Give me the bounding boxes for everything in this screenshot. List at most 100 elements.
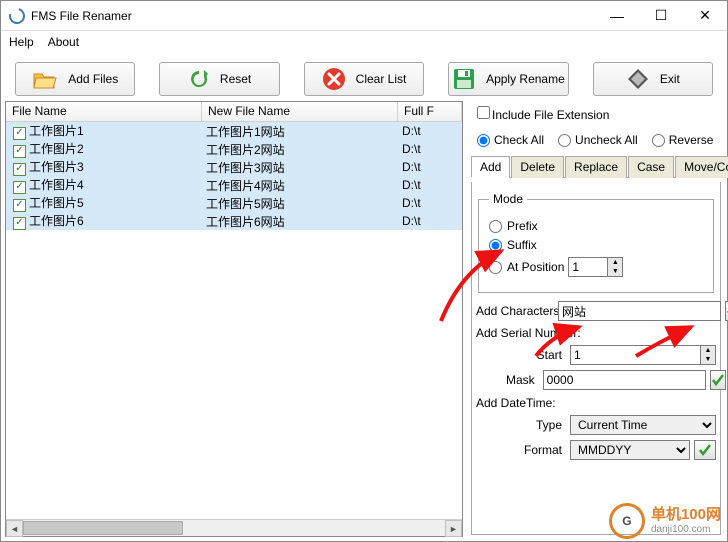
save-icon	[452, 67, 476, 91]
tab-replace[interactable]: Replace	[565, 156, 627, 178]
apply-rename-button[interactable]: Apply Rename	[448, 62, 568, 96]
watermark-domain: danji100.com	[651, 524, 721, 535]
row-checkbox[interactable]	[13, 217, 26, 230]
cell-new: 工作图片1网站	[202, 123, 398, 140]
close-button[interactable]: ✕	[683, 1, 727, 30]
type-label: Type	[506, 418, 566, 432]
reset-button[interactable]: Reset	[159, 62, 279, 96]
spin-down[interactable]: ▼	[608, 267, 622, 276]
mask-input[interactable]	[543, 370, 706, 390]
add-files-label: Add Files	[68, 72, 118, 86]
tab-case[interactable]: Case	[628, 156, 674, 178]
header-fullpath[interactable]: Full F	[398, 102, 462, 121]
app-icon	[6, 5, 28, 27]
include-extension-label: Include File Extension	[492, 108, 609, 122]
cell-old: 工作图片1	[29, 124, 84, 138]
mask-label: Mask	[506, 373, 539, 387]
row-checkbox[interactable]	[13, 163, 26, 176]
scroll-left-arrow[interactable]: ◄	[6, 520, 23, 537]
table-row[interactable]: 工作图片4 工作图片4网站D:\t	[6, 176, 462, 194]
table-row[interactable]: 工作图片1 工作图片1网站D:\t	[6, 122, 462, 140]
add-files-button[interactable]: Add Files	[15, 62, 135, 96]
spin-down[interactable]: ▼	[701, 355, 715, 364]
cell-path: D:\t	[398, 196, 462, 210]
delete-icon	[322, 67, 346, 91]
start-label: Start	[506, 348, 566, 362]
list-header: File Name New File Name Full F	[6, 102, 462, 122]
tab-add[interactable]: Add	[471, 156, 510, 178]
apply-rename-label: Apply Rename	[486, 72, 565, 86]
reverse-radio[interactable]: Reverse	[652, 133, 714, 147]
cell-path: D:\t	[398, 142, 462, 156]
mode-group: Mode Prefix Suffix At Position ▲▼	[478, 192, 714, 293]
watermark-brand: 单机100网	[651, 507, 721, 524]
minimize-button[interactable]: —	[595, 1, 639, 30]
cell-old: 工作图片3	[29, 160, 84, 174]
horizontal-scrollbar[interactable]: ◄ ►	[6, 519, 462, 536]
at-position-input[interactable]	[568, 257, 608, 277]
table-row[interactable]: 工作图片5 工作图片5网站D:\t	[6, 194, 462, 212]
cell-new: 工作图片6网站	[202, 213, 398, 230]
mode-prefix-radio[interactable]: Prefix	[489, 219, 538, 233]
row-checkbox[interactable]	[13, 145, 26, 158]
row-checkbox[interactable]	[13, 127, 26, 140]
exit-label: Exit	[660, 72, 680, 86]
spin-up[interactable]: ▲	[701, 346, 715, 355]
type-select[interactable]: Current Time	[570, 415, 716, 435]
include-extension-checkbox[interactable]: Include File Extension	[477, 106, 609, 122]
table-row[interactable]: 工作图片2 工作图片2网站D:\t	[6, 140, 462, 158]
cell-old: 工作图片2	[29, 142, 84, 156]
add-chars-input[interactable]	[558, 301, 721, 321]
cell-path: D:\t	[398, 178, 462, 192]
check-all-radio[interactable]: Check All	[477, 133, 544, 147]
menu-about[interactable]: About	[48, 35, 79, 49]
add-datetime-label: Add DateTime:	[476, 396, 556, 410]
cell-old: 工作图片5	[29, 196, 84, 210]
exit-button[interactable]: Exit	[593, 62, 713, 96]
cell-path: D:\t	[398, 124, 462, 138]
format-select[interactable]: MMDDYY	[570, 440, 690, 460]
row-checkbox[interactable]	[13, 181, 26, 194]
tab-movecopy[interactable]: Move/Copy	[675, 156, 728, 178]
clear-list-button[interactable]: Clear List	[304, 62, 424, 96]
folder-open-icon	[32, 68, 58, 90]
serial-apply-button[interactable]	[710, 370, 726, 390]
datetime-apply-button[interactable]	[694, 440, 716, 460]
title-bar: FMS File Renamer — ☐ ✕	[1, 1, 727, 31]
clear-list-label: Clear List	[356, 72, 407, 86]
add-chars-label: Add Characters:	[476, 304, 554, 318]
file-list: File Name New File Name Full F 工作图片1工作图片…	[5, 101, 463, 537]
options-panel: Include File Extension Check All Uncheck…	[469, 101, 723, 537]
menu-bar: Help About	[1, 31, 727, 53]
header-filename[interactable]: File Name	[6, 102, 202, 121]
exit-icon	[626, 67, 650, 91]
scroll-right-arrow[interactable]: ►	[445, 520, 462, 537]
cell-new: 工作图片3网站	[202, 159, 398, 176]
cell-new: 工作图片5网站	[202, 195, 398, 212]
menu-help[interactable]: Help	[9, 35, 34, 49]
row-checkbox[interactable]	[13, 199, 26, 212]
cell-path: D:\t	[398, 214, 462, 228]
add-serial-label: Add Serial Number:	[476, 326, 581, 340]
table-row[interactable]: 工作图片3 工作图片3网站D:\t	[6, 158, 462, 176]
start-input[interactable]	[570, 345, 701, 365]
maximize-button[interactable]: ☐	[639, 1, 683, 30]
reset-label: Reset	[220, 72, 251, 86]
tab-add-body: Mode Prefix Suffix At Position ▲▼ Add Ch…	[471, 182, 721, 535]
cell-new: 工作图片2网站	[202, 141, 398, 158]
tab-delete[interactable]: Delete	[511, 156, 564, 178]
cell-old: 工作图片4	[29, 178, 84, 192]
cell-path: D:\t	[398, 160, 462, 174]
mode-atposition-radio[interactable]: At Position	[489, 260, 564, 274]
scroll-thumb[interactable]	[23, 521, 183, 535]
header-newfilename[interactable]: New File Name	[202, 102, 398, 121]
table-row[interactable]: 工作图片6 工作图片6网站D:\t	[6, 212, 462, 230]
refresh-icon	[188, 68, 210, 90]
uncheck-all-radio[interactable]: Uncheck All	[558, 133, 638, 147]
cell-new: 工作图片4网站	[202, 177, 398, 194]
tab-strip: Add Delete Replace Case Move/Copy	[471, 155, 721, 178]
spin-up[interactable]: ▲	[608, 258, 622, 267]
mode-suffix-radio[interactable]: Suffix	[489, 238, 537, 252]
cell-old: 工作图片6	[29, 214, 84, 228]
mode-legend: Mode	[489, 192, 527, 206]
